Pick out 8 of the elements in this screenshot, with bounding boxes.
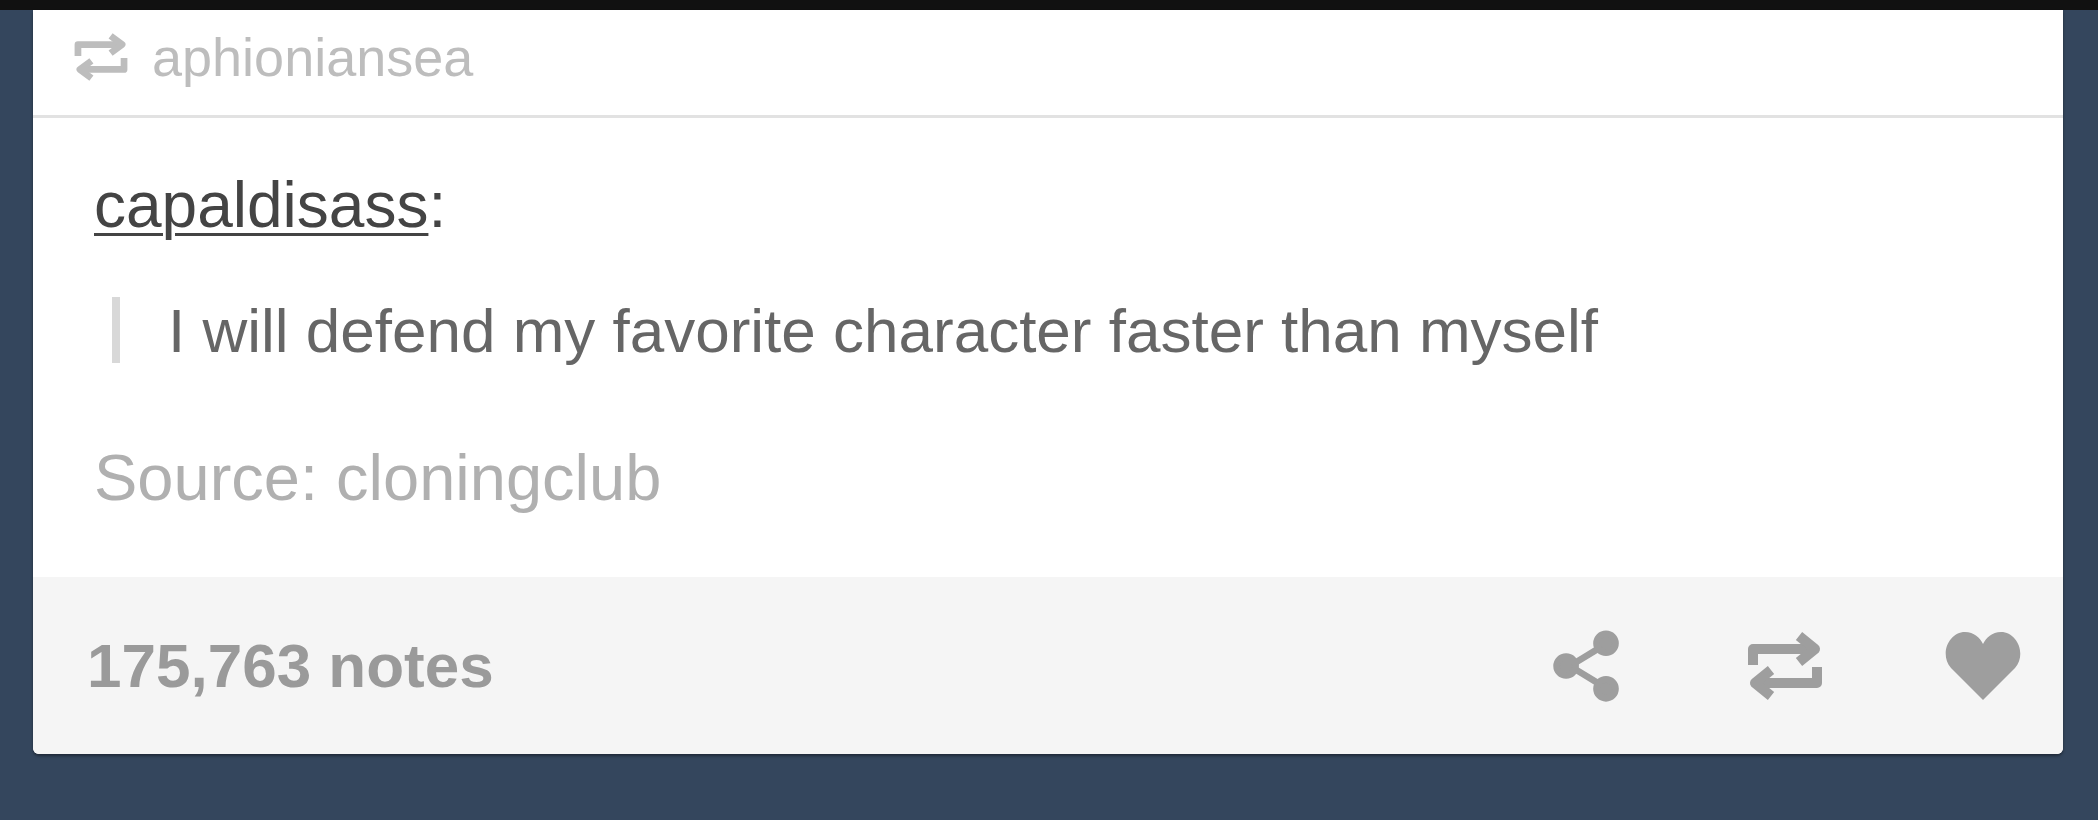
reblog-icon <box>72 32 130 81</box>
notes-count[interactable]: 175,763 notes <box>87 630 494 701</box>
reblogger-name[interactable]: aphioniansea <box>152 25 474 88</box>
quote-bar <box>112 297 120 363</box>
author-colon: : <box>428 169 447 241</box>
author-link[interactable]: capaldisass <box>94 169 429 241</box>
quote-text: I will defend my favorite character faster than myself <box>168 294 1599 366</box>
source-text: Source: cloningclub <box>94 440 663 515</box>
